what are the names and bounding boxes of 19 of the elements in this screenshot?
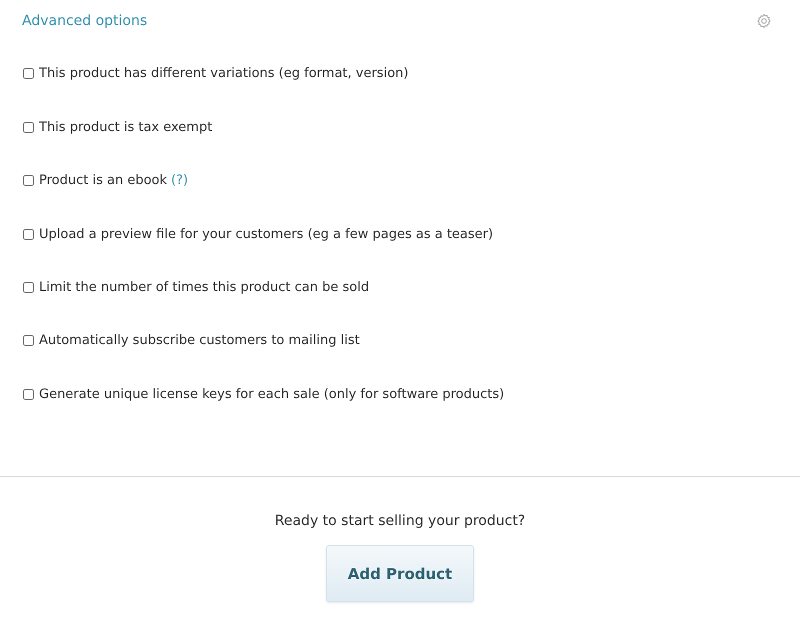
add-product-button[interactable]: Add Product: [326, 545, 474, 602]
section-title[interactable]: Advanced options: [22, 13, 148, 29]
checkbox[interactable]: [23, 122, 34, 133]
checkbox[interactable]: [23, 388, 34, 400]
settings-icon[interactable]: [756, 13, 772, 29]
checkbox[interactable]: [23, 175, 34, 186]
checkbox[interactable]: [23, 335, 34, 346]
help-link[interactable]: (?): [171, 173, 188, 188]
option-label: This product is tax exempt: [39, 120, 212, 135]
option-label: Generate unique license keys for each sale (only for software products): [39, 386, 504, 402]
prompt-text: Ready to start selling your product?: [274, 513, 526, 529]
checkbox[interactable]: [23, 68, 34, 80]
checkbox[interactable]: [23, 228, 34, 240]
checkbox[interactable]: [23, 282, 34, 293]
option-label: Product is an ebook: [39, 173, 168, 188]
option-label: This product has different variations (eg format, version): [39, 66, 408, 82]
option-label: Upload a preview file for your customers (eg a few pages as a teaser): [39, 226, 494, 242]
option-label: Limit the number of times this product can be sold: [39, 280, 370, 295]
option-label: Automatically subscribe customers to mailing list: [39, 333, 360, 348]
